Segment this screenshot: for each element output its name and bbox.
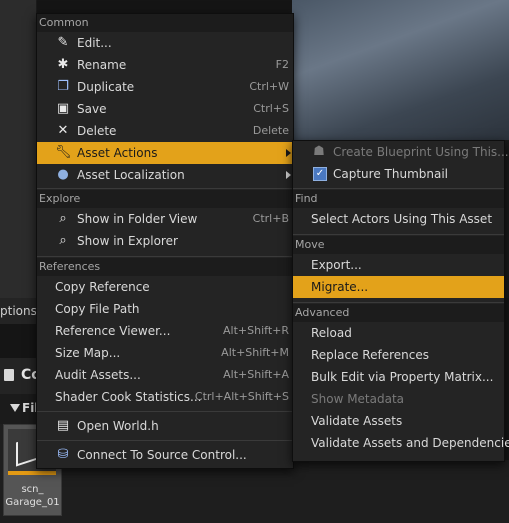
menu-item-connect-source-control[interactable]: ⛁ Connect To Source Control... <box>37 444 293 466</box>
menu-item-show-metadata: Show Metadata <box>311 392 405 406</box>
menu-item-audit-assets[interactable]: Audit Assets... Alt+Shift+A <box>37 364 293 386</box>
section-move: Move <box>293 236 504 254</box>
menu-item-shader-cook-statistics[interactable]: Shader Cook Statistics... Ctrl+Alt+Shift… <box>37 386 293 408</box>
submenu-arrow-icon <box>286 149 291 157</box>
section-references: References <box>37 258 293 276</box>
asset-area-right <box>292 460 509 523</box>
search-icon: ⌕ <box>59 211 67 226</box>
viewport-left <box>0 0 37 298</box>
delete-icon: ✕ <box>57 123 69 138</box>
search-icon: ⌕ <box>59 233 67 248</box>
menu-item-asset-localization[interactable]: ● Asset Localization <box>37 164 293 186</box>
menu-item-show-in-explorer[interactable]: ⌕ Show in Explorer <box>37 230 293 252</box>
options-dropdown[interactable]: ptions▾ <box>0 298 36 324</box>
checkbox-icon: ✓ <box>313 167 327 181</box>
menu-item-reference-viewer[interactable]: Reference Viewer... Alt+Shift+R <box>37 320 293 342</box>
menu-item-show-in-folder-view[interactable]: ⌕ Show in Folder View Ctrl+B <box>37 208 293 230</box>
content-browser-header: Co <box>0 358 41 394</box>
menu-item-reload[interactable]: Reload <box>293 322 504 344</box>
rename-icon: ✱ <box>57 57 69 72</box>
menu-item-validate-assets-dependencies[interactable]: Validate Assets and Dependencies <box>293 432 509 454</box>
menu-item-replace-references[interactable]: Replace References <box>293 344 504 366</box>
filter-button[interactable]: Fil <box>0 394 38 424</box>
menu-item-copy-reference[interactable]: Copy Reference <box>37 276 293 298</box>
menu-item-create-blueprint: ☗ Create Blueprint Using This... <box>293 141 508 163</box>
menu-item-open-world[interactable]: ▤ Open World.h <box>37 415 293 437</box>
section-explore: Explore <box>37 190 293 208</box>
globe-icon: ● <box>57 167 69 182</box>
menu-item-capture-thumbnail[interactable]: ✓ Capture Thumbnail <box>293 163 504 185</box>
viewport-right <box>292 0 509 140</box>
asset-label: scn_ Garage_01 <box>5 484 60 508</box>
section-advanced: Advanced <box>293 304 504 322</box>
blueprint-icon: ☗ <box>313 144 325 159</box>
context-menu: Common ✎ Edit... ✱ Rename F2 ❐ Duplicate… <box>36 13 294 469</box>
duplicate-icon: ❐ <box>57 79 69 94</box>
menu-item-select-actors[interactable]: Select Actors Using This Asset <box>293 208 504 230</box>
menu-item-duplicate[interactable]: ❐ Duplicate Ctrl+W <box>37 76 293 98</box>
menu-item-delete[interactable]: ✕ Delete Delete <box>37 120 293 142</box>
menu-item-export[interactable]: Export... <box>293 254 504 276</box>
source-control-icon: ⛁ <box>57 447 69 462</box>
asset-actions-submenu: ☗ Create Blueprint Using This... ✓ Captu… <box>292 140 509 462</box>
menu-item-asset-actions[interactable]: 🔧︎ Asset Actions <box>37 142 293 164</box>
pencil-icon: ✎ <box>57 35 69 50</box>
wrench-icon: 🔧︎ <box>55 145 72 160</box>
submenu-arrow-icon <box>286 171 291 179</box>
section-find: Find <box>293 190 504 208</box>
menu-item-bulk-edit[interactable]: Bulk Edit via Property Matrix... <box>293 366 504 388</box>
section-common: Common <box>37 14 293 32</box>
menu-item-copy-file-path[interactable]: Copy File Path <box>37 298 293 320</box>
menu-item-validate-assets[interactable]: Validate Assets <box>293 410 504 432</box>
menu-item-save[interactable]: ▣ Save Ctrl+S <box>37 98 293 120</box>
menu-item-rename[interactable]: ✱ Rename F2 <box>37 54 293 76</box>
menu-item-migrate[interactable]: Migrate... <box>293 276 504 298</box>
menu-item-size-map[interactable]: Size Map... Alt+Shift+M <box>37 342 293 364</box>
filter-icon <box>10 404 20 412</box>
content-browser-icon <box>4 369 14 381</box>
file-icon: ▤ <box>56 418 70 433</box>
menu-item-edit[interactable]: ✎ Edit... <box>37 32 293 54</box>
save-icon: ▣ <box>56 101 70 116</box>
